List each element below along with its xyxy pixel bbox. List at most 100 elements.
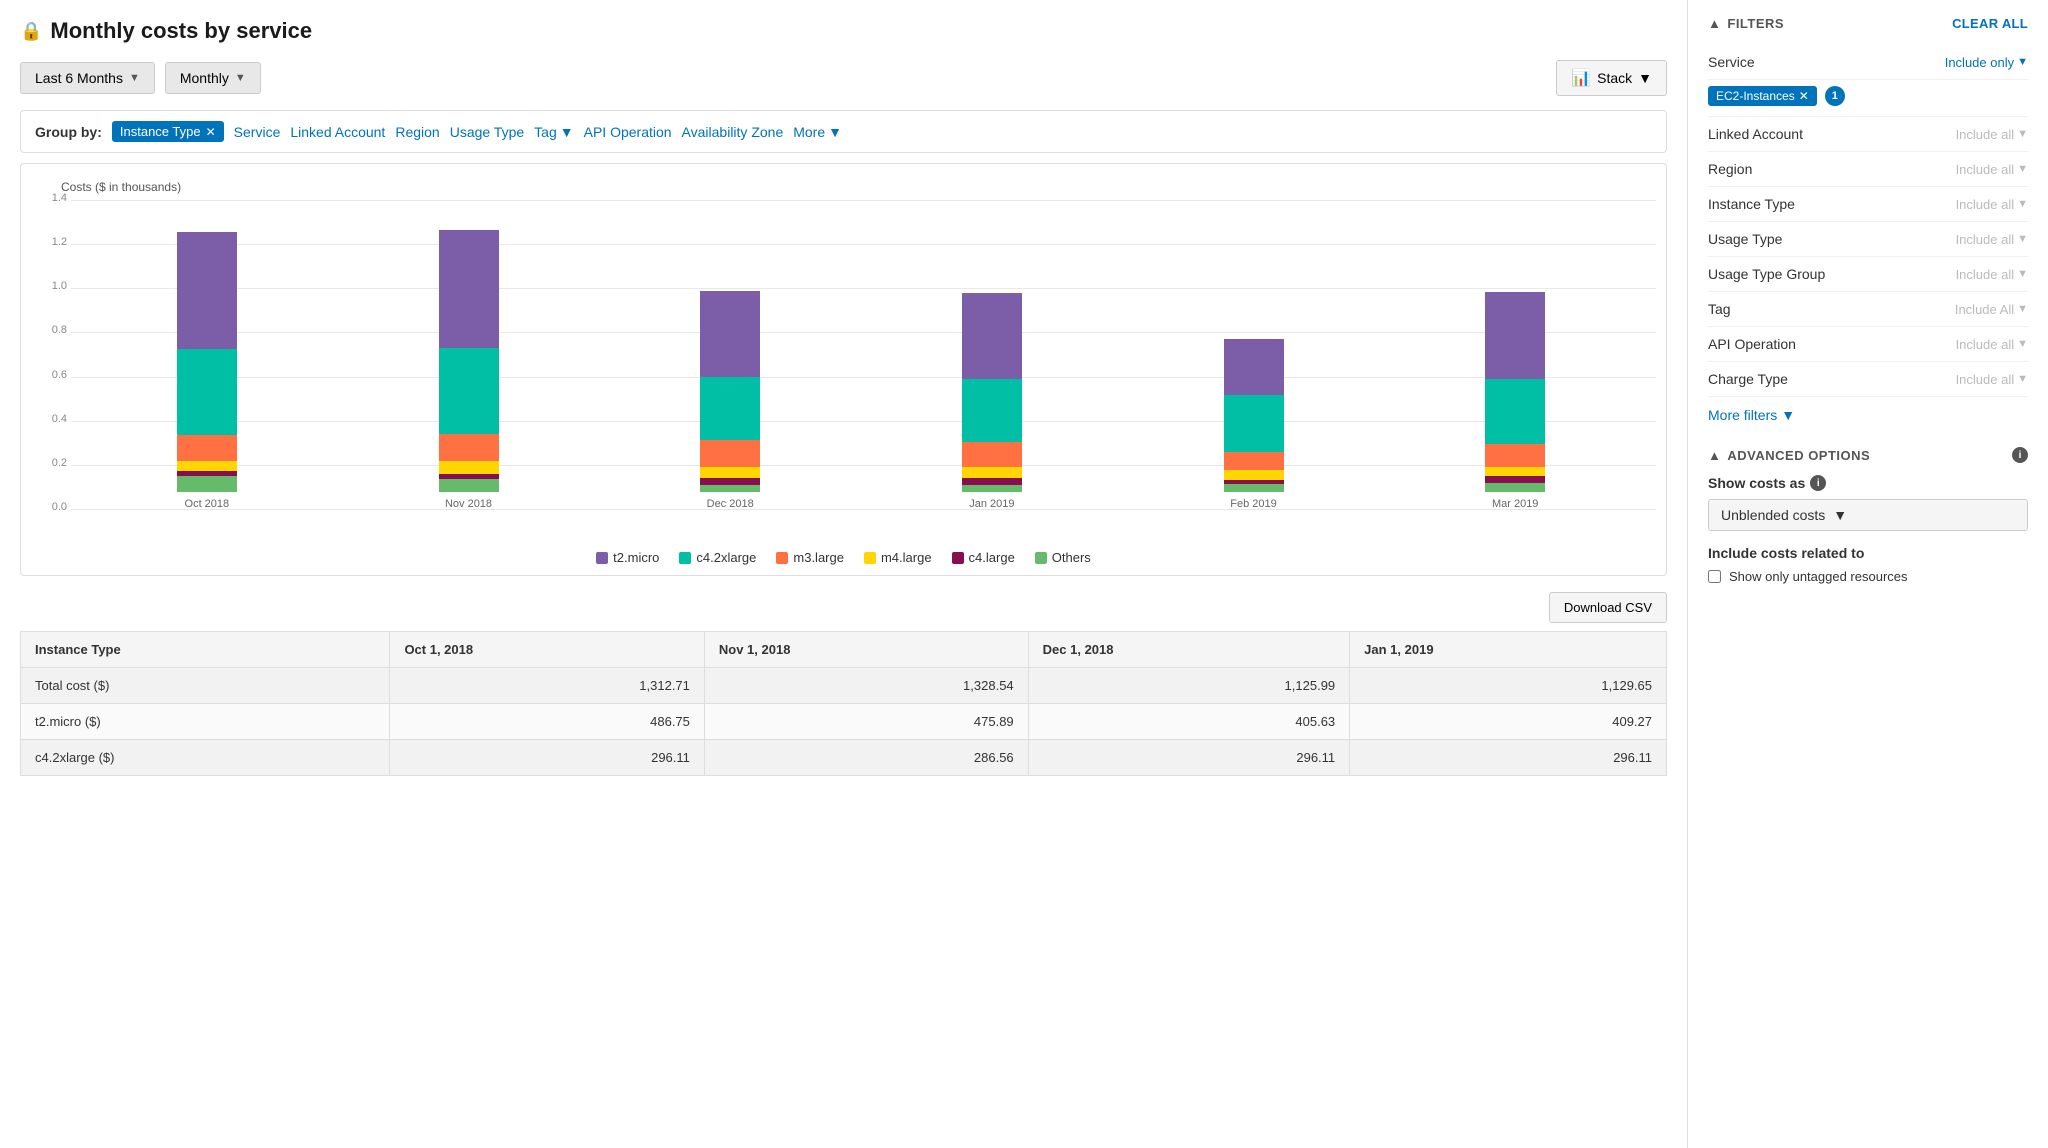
table-row-total: Total cost ($) 1,312.71 1,328.54 1,125.9…	[21, 668, 1667, 704]
date-range-label: Last 6 Months	[35, 70, 123, 86]
date-range-caret: ▼	[129, 72, 140, 84]
filter-label-service: Service	[1708, 54, 1755, 70]
filter-value-text-linked-account: Include all	[1956, 127, 2015, 142]
advanced-info-icon[interactable]: i	[2012, 447, 2028, 463]
download-csv-button[interactable]: Download CSV	[1549, 592, 1667, 623]
table-row-c4xlarge: c4.2xlarge ($) 296.11 286.56 296.11 296.…	[21, 740, 1667, 776]
show-costs-info-icon[interactable]: i	[1810, 475, 1826, 491]
remove-group-tag[interactable]: ✕	[206, 125, 216, 139]
page-title: Monthly costs by service	[50, 18, 312, 44]
cell-t2micro-dec: 405.63	[1028, 704, 1350, 740]
filter-row-usage-type: Usage Type Include all ▼	[1708, 222, 2028, 257]
clear-all-button[interactable]: CLEAR ALL	[1952, 16, 2028, 31]
cell-total-dec: 1,125.99	[1028, 668, 1350, 704]
bar-dec-2018: Dec 2018	[599, 230, 861, 510]
filter-label-instance-type: Instance Type	[1708, 196, 1795, 212]
stack-label: Stack	[1597, 70, 1632, 86]
show-costs-text: Show costs as	[1708, 475, 1805, 491]
legend-color-c4xlarge	[679, 552, 691, 564]
cell-c4xlarge-nov: 286.56	[704, 740, 1028, 776]
legend-label-others: Others	[1052, 550, 1091, 565]
group-link-service[interactable]: Service	[234, 124, 281, 140]
costs-dropdown[interactable]: Unblended costs ▼	[1708, 499, 2028, 531]
legend-color-t2micro	[596, 552, 608, 564]
usage-type-group-caret: ▼	[2017, 268, 2028, 280]
group-link-tag[interactable]: Tag ▼	[534, 124, 573, 140]
filter-value-text-region: Include all	[1956, 162, 2015, 177]
filter-label-api-operation: API Operation	[1708, 336, 1796, 352]
filter-label-region: Region	[1708, 161, 1752, 177]
bar-m4large-nov	[439, 461, 499, 474]
region-caret: ▼	[2017, 163, 2028, 175]
bar-stack-mar	[1485, 262, 1545, 492]
ec2-tag-row: EC2-Instances ✕ 1	[1708, 80, 2028, 117]
tag-caret: ▼	[560, 124, 574, 140]
bar-feb-2019: Feb 2019	[1123, 230, 1385, 510]
active-group-tag[interactable]: Instance Type ✕	[112, 121, 224, 142]
include-only-select[interactable]: Include only ▼	[1945, 55, 2028, 70]
bar-m3large-jan	[962, 442, 1022, 467]
bar-oct-2018: Oct 2018	[76, 230, 338, 510]
legend-others: Others	[1035, 550, 1091, 565]
bar-stack-dec	[700, 266, 760, 492]
bar-others-dec	[700, 485, 760, 492]
bar-label-mar: Mar 2019	[1492, 498, 1538, 510]
download-csv-row: Download CSV	[20, 592, 1667, 623]
bar-t2micro-mar	[1485, 292, 1545, 379]
bar-m4large-jan	[962, 467, 1022, 478]
filter-value-usage-type-group[interactable]: Include all ▼	[1956, 267, 2028, 282]
bar-m4large-dec	[700, 467, 760, 478]
stack-caret: ▼	[1638, 70, 1652, 86]
granularity-dropdown[interactable]: Monthly ▼	[165, 62, 261, 94]
cell-c4xlarge-dec: 296.11	[1028, 740, 1350, 776]
chart-legend: t2.micro c4.2xlarge m3.large m4.large c4…	[31, 550, 1656, 565]
legend-c4xlarge: c4.2xlarge	[679, 550, 756, 565]
usage-type-caret: ▼	[2017, 233, 2028, 245]
bar-c4large-jan	[962, 478, 1022, 485]
include-costs-label: Include costs related to	[1708, 545, 2028, 561]
filters-title: ▲ FILTERS	[1708, 16, 1784, 31]
group-link-availability-zone[interactable]: Availability Zone	[682, 124, 784, 140]
filter-value-text-usage-type-group: Include all	[1956, 267, 2015, 282]
show-costs-label: Show costs as i	[1708, 475, 2028, 491]
bar-c4xlarge-feb	[1224, 395, 1284, 452]
stack-dropdown[interactable]: 📊 Stack ▼	[1556, 60, 1667, 96]
legend-t2micro: t2.micro	[596, 550, 659, 565]
advanced-title-text: ADVANCED OPTIONS	[1727, 448, 1870, 463]
col-oct: Oct 1, 2018	[390, 632, 704, 668]
group-link-usage-type[interactable]: Usage Type	[450, 124, 524, 140]
filter-value-region[interactable]: Include all ▼	[1956, 162, 2028, 177]
tag-label: Tag	[534, 124, 557, 140]
untagged-checkbox[interactable]	[1708, 570, 1721, 583]
col-instance-type: Instance Type	[21, 632, 390, 668]
col-nov: Nov 1, 2018	[704, 632, 1028, 668]
granularity-caret: ▼	[235, 72, 246, 84]
cell-c4xlarge-label: c4.2xlarge ($)	[21, 740, 390, 776]
filter-value-linked-account[interactable]: Include all ▼	[1956, 127, 2028, 142]
ec2-badge[interactable]: EC2-Instances ✕	[1708, 86, 1817, 106]
table-row-t2micro: t2.micro ($) 486.75 475.89 405.63 409.27	[21, 704, 1667, 740]
ec2-badge-remove[interactable]: ✕	[1799, 89, 1809, 103]
more-filters-link[interactable]: More filters ▼	[1708, 397, 2028, 433]
advanced-header: ▲ ADVANCED OPTIONS i	[1708, 447, 2028, 463]
filter-row-usage-type-group: Usage Type Group Include all ▼	[1708, 257, 2028, 292]
filter-value-api-operation[interactable]: Include all ▼	[1956, 337, 2028, 352]
filter-value-charge-type[interactable]: Include all ▼	[1956, 372, 2028, 387]
filter-value-usage-type[interactable]: Include all ▼	[1956, 232, 2028, 247]
group-link-more[interactable]: More ▼	[793, 124, 842, 140]
advanced-section: ▲ ADVANCED OPTIONS i Show costs as i Unb…	[1708, 447, 2028, 584]
group-by-bar: Group by: Instance Type ✕ Service Linked…	[20, 110, 1667, 153]
date-range-dropdown[interactable]: Last 6 Months ▼	[20, 62, 155, 94]
cell-total-nov: 1,328.54	[704, 668, 1028, 704]
group-link-linked-account[interactable]: Linked Account	[290, 124, 385, 140]
bar-label-oct: Oct 2018	[185, 498, 230, 510]
group-link-api-operation[interactable]: API Operation	[584, 124, 672, 140]
advanced-title: ▲ ADVANCED OPTIONS	[1708, 448, 1870, 463]
filter-value-instance-type[interactable]: Include all ▼	[1956, 197, 2028, 212]
group-link-region[interactable]: Region	[395, 124, 439, 140]
linked-account-caret: ▼	[2017, 128, 2028, 140]
filter-row-api-operation: API Operation Include all ▼	[1708, 327, 2028, 362]
filter-value-tag[interactable]: Include All ▼	[1955, 302, 2028, 317]
legend-label-c4large: c4.large	[969, 550, 1015, 565]
legend-m3large: m3.large	[776, 550, 844, 565]
